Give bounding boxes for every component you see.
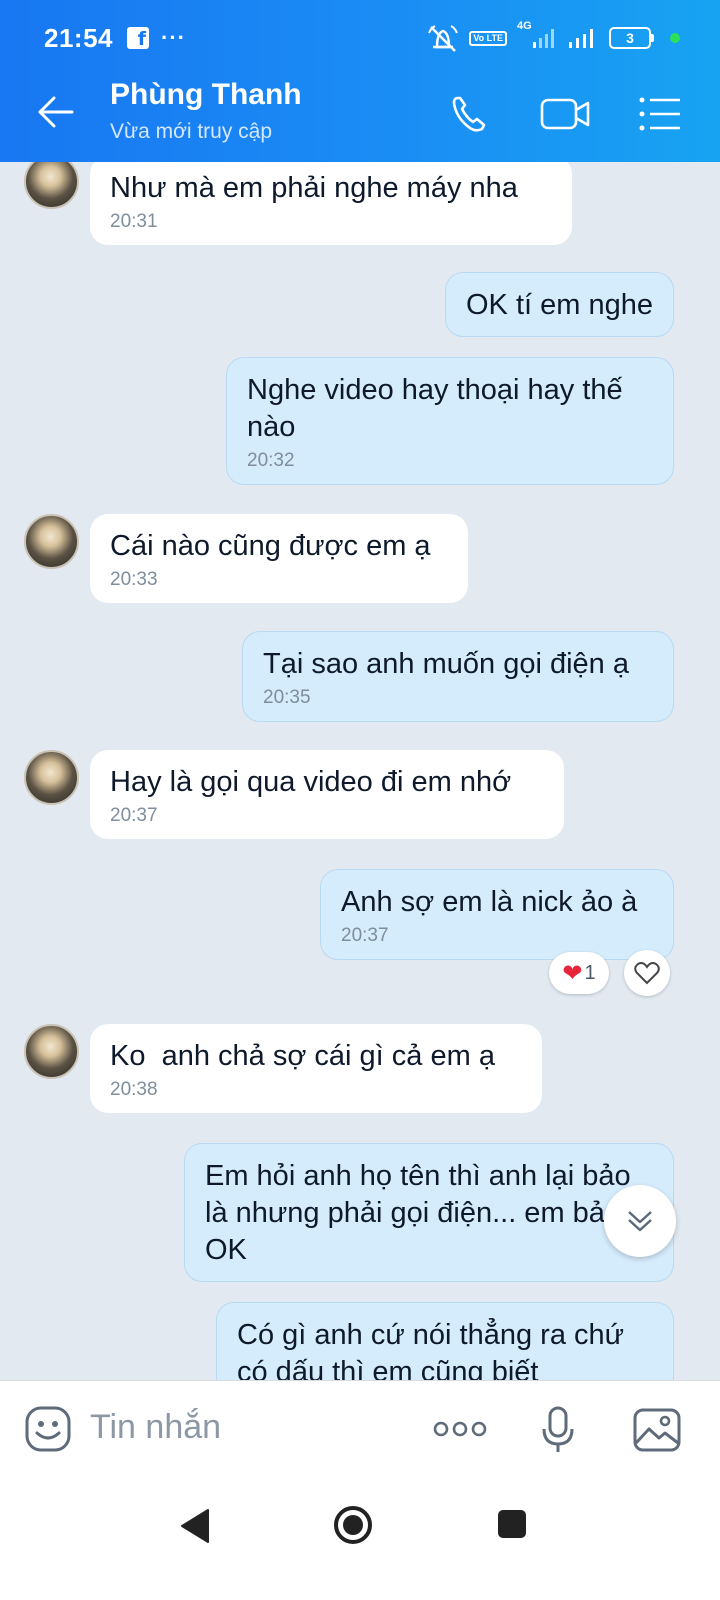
- message-incoming[interactable]: Cái nào cũng được em ạ 20:33: [90, 514, 468, 603]
- message-time: 20:31: [110, 211, 158, 232]
- status-time: 21:54: [44, 22, 113, 53]
- message-text: Như mà em phải nghe máy nha: [110, 172, 518, 204]
- reaction-count-badge[interactable]: ❤ 1: [549, 952, 609, 994]
- message-time: 20:37: [110, 805, 158, 826]
- more-options-icon[interactable]: [432, 1417, 488, 1441]
- message-text: Có gì anh cứ nói thẳng ra chứ có dấu thì…: [237, 1319, 625, 1380]
- message-text: Nghe video hay thoại hay thế nào: [247, 374, 623, 443]
- nav-back-icon[interactable]: [178, 1508, 210, 1544]
- message-time: 20:38: [110, 1079, 158, 1100]
- message-outgoing[interactable]: Anh sợ em là nick ảo à 20:37: [320, 869, 674, 960]
- network-type-label: 4G: [517, 20, 532, 32]
- back-arrow-icon[interactable]: [36, 94, 76, 130]
- signal-4g-icon: 4G: [517, 20, 557, 50]
- microphone-icon[interactable]: [540, 1405, 576, 1455]
- message-outgoing[interactable]: Có gì anh cứ nói thẳng ra chứ có dấu thì…: [216, 1302, 674, 1380]
- menu-list-icon[interactable]: [636, 94, 688, 134]
- facebook-icon: f: [127, 27, 149, 50]
- message-incoming[interactable]: Ko anh chả sợ cái gì cả em ạ 20:38: [90, 1024, 542, 1113]
- message-time: 20:33: [110, 569, 158, 590]
- alarm-off-icon: [428, 25, 459, 52]
- contact-avatar[interactable]: [24, 514, 79, 569]
- heart-outline-icon: [634, 962, 660, 985]
- battery-level: 3: [609, 27, 651, 49]
- message-input[interactable]: Tin nhắn: [90, 1408, 221, 1447]
- header-nav-row: Phùng Thanh Vừa mới truy cập: [0, 78, 720, 148]
- scroll-to-bottom-button[interactable]: [604, 1185, 676, 1257]
- message-list[interactable]: Như mà em phải nghe máy nha 20:31 OK tí …: [0, 162, 720, 1380]
- message-text: Cái nào cũng được em ạ: [110, 530, 431, 562]
- image-gallery-icon[interactable]: [632, 1407, 682, 1453]
- contact-status: Vừa mới truy cập: [110, 120, 273, 143]
- double-chevron-down-icon: [628, 1211, 652, 1232]
- system-navigation-bar: [0, 1476, 720, 1600]
- contact-avatar[interactable]: [24, 750, 79, 805]
- message-outgoing[interactable]: Tại sao anh muốn gọi điện ạ 20:35: [242, 631, 674, 722]
- message-text: Ko anh chả sợ cái gì cả em ạ: [110, 1040, 495, 1072]
- nav-home-icon[interactable]: [332, 1504, 374, 1546]
- message-time: 20:35: [263, 687, 311, 708]
- message-text: Hay là gọi qua video đi em nhớ: [110, 766, 512, 798]
- message-incoming[interactable]: Như mà em phải nghe máy nha 20:31: [90, 162, 572, 245]
- volte-icon: Vo LTE: [469, 30, 507, 46]
- status-bar: 21:54 f ··· Vo LTE 4G 3: [44, 18, 680, 58]
- add-reaction-button[interactable]: [624, 950, 670, 996]
- video-call-icon[interactable]: [540, 94, 592, 134]
- contact-avatar[interactable]: [24, 1024, 79, 1079]
- more-notifications-icon: ···: [161, 25, 186, 50]
- emoji-sticker-icon[interactable]: [24, 1405, 72, 1453]
- message-text: OK tí em nghe: [466, 289, 653, 321]
- message-outgoing[interactable]: Em hỏi anh họ tên thì anh lại bảo là như…: [184, 1143, 674, 1282]
- message-time: 20:32: [247, 450, 295, 471]
- message-outgoing[interactable]: OK tí em nghe: [445, 272, 674, 337]
- contact-avatar[interactable]: [24, 162, 79, 209]
- message-incoming[interactable]: Hay là gọi qua video đi em nhớ 20:37: [90, 750, 564, 839]
- message-text: Anh sợ em là nick ảo à: [341, 886, 638, 918]
- heart-reaction-icon: ❤: [562, 959, 583, 987]
- privacy-indicator-dot: [670, 33, 680, 43]
- contact-name[interactable]: Phùng Thanh: [110, 78, 302, 112]
- message-outgoing[interactable]: Nghe video hay thoại hay thế nào 20:32: [226, 357, 674, 485]
- message-time: 20:37: [341, 925, 389, 946]
- phone-call-icon[interactable]: [446, 94, 498, 134]
- message-input-bar: Tin nhắn: [0, 1380, 720, 1476]
- reaction-count: 1: [584, 961, 596, 984]
- nav-recents-icon[interactable]: [496, 1508, 528, 1540]
- chat-header: 21:54 f ··· Vo LTE 4G 3 Phùng Thanh Vừa …: [0, 0, 720, 162]
- message-text: Em hỏi anh họ tên thì anh lại bảo là như…: [205, 1160, 631, 1266]
- battery-icon: 3: [609, 27, 654, 49]
- message-text: Tại sao anh muốn gọi điện ạ: [263, 648, 629, 680]
- signal-icon: [569, 29, 593, 48]
